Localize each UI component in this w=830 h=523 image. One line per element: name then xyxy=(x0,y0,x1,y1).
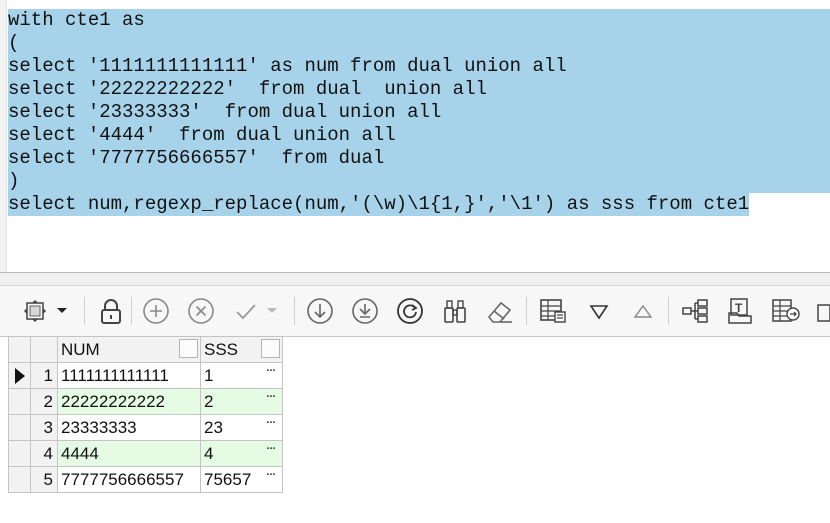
cell-num[interactable]: 1111111111111 xyxy=(57,362,201,389)
column-header-num[interactable]: NUM xyxy=(57,336,201,363)
code-line: select '23333333' from dual union all xyxy=(8,101,442,124)
add-record-icon[interactable] xyxy=(141,296,171,326)
row-indicator xyxy=(8,466,31,493)
cell-value: 75657 xyxy=(204,469,252,489)
cell-value: 23 xyxy=(204,417,223,437)
table-row[interactable]: 3 23333333 23... xyxy=(8,414,283,441)
cell-sss[interactable]: 23... xyxy=(200,414,283,441)
code-line: ( xyxy=(8,32,20,55)
table-row[interactable]: 2 22222222222 2... xyxy=(8,388,283,415)
cell-ellipsis-button[interactable]: ... xyxy=(263,467,279,481)
post-dropdown-icon[interactable] xyxy=(264,296,280,326)
table-row[interactable]: 5 7777756666557 75657... xyxy=(8,466,283,493)
row-number: 1 xyxy=(30,362,58,389)
row-indicator xyxy=(8,362,31,389)
cell-ellipsis-button[interactable]: ... xyxy=(263,415,279,429)
post-changes-icon[interactable] xyxy=(231,296,261,326)
cell-num[interactable]: 22222222222 xyxy=(57,388,201,415)
column-header-sss[interactable]: SSS xyxy=(200,336,283,363)
lock-icon[interactable] xyxy=(96,296,126,326)
column-header-label: SSS xyxy=(204,339,239,359)
dropdown-arrow-icon[interactable] xyxy=(54,296,70,326)
row-indicator xyxy=(8,414,31,441)
grid-header-row: NUM SSS xyxy=(8,336,283,363)
filter-up-icon[interactable] xyxy=(628,296,658,326)
cell-sss[interactable]: 1... xyxy=(200,362,283,389)
filter-down-icon[interactable] xyxy=(584,296,614,326)
cell-num[interactable]: 4444 xyxy=(57,440,201,467)
export-grid-icon[interactable] xyxy=(771,296,801,326)
clear-icon[interactable] xyxy=(485,296,515,326)
more-icon[interactable] xyxy=(812,296,830,326)
toolbar-separator xyxy=(526,297,527,325)
current-row-marker-icon xyxy=(15,367,25,384)
query-by-example-icon[interactable] xyxy=(440,296,470,326)
toolbar-separator xyxy=(84,297,85,325)
cell-value: 1 xyxy=(204,365,214,385)
cell-num[interactable]: 7777756666557 xyxy=(57,466,201,493)
column-filter-button[interactable] xyxy=(179,339,198,358)
row-number: 3 xyxy=(30,414,58,441)
refresh-icon[interactable] xyxy=(395,296,425,326)
code-line: select '1111111111111' as num from dual … xyxy=(8,55,567,78)
cell-ellipsis-button[interactable]: ... xyxy=(263,441,279,455)
cell-ellipsis-button[interactable]: ... xyxy=(263,363,279,377)
column-filter-button[interactable] xyxy=(261,339,280,358)
delete-record-icon[interactable] xyxy=(186,296,216,326)
results-grid: NUM SSS 1 1111111111111 1... 2 222222222… xyxy=(8,336,283,493)
row-number: 2 xyxy=(30,388,58,415)
row-indicator xyxy=(8,440,31,467)
toolbar-separator xyxy=(131,297,132,325)
indicator-header xyxy=(8,336,31,363)
fetch-next-icon[interactable] xyxy=(305,296,335,326)
table-row[interactable]: 1 1111111111111 1... xyxy=(8,362,283,389)
cell-sss[interactable]: 2... xyxy=(200,388,283,415)
code-line: select '4444' from dual union all xyxy=(8,124,396,147)
fetch-all-icon[interactable] xyxy=(350,296,380,326)
cell-ellipsis-button[interactable]: ... xyxy=(263,389,279,403)
code-line: select '7777756666557' from dual xyxy=(8,147,385,170)
code-line: select num,regexp_replace(num,'(\w)\1{1,… xyxy=(8,193,750,216)
table-row[interactable]: 4 4444 4... xyxy=(8,440,283,467)
row-indicator xyxy=(8,388,31,415)
code-line: select '22222222222' from dual union all xyxy=(8,78,487,101)
code-lines[interactable]: with cte1 as ( select '1111111111111' as… xyxy=(8,9,750,216)
cell-sss[interactable]: 4... xyxy=(200,440,283,467)
toolbar-separator xyxy=(294,297,295,325)
results-toolbar: T xyxy=(0,285,830,337)
code-line: with cte1 as xyxy=(8,9,145,32)
export-text-icon[interactable]: T xyxy=(726,296,756,326)
sql-editor[interactable]: with cte1 as ( select '1111111111111' as… xyxy=(0,0,830,273)
single-record-view-icon[interactable] xyxy=(538,296,568,326)
row-number: 5 xyxy=(30,466,58,493)
explain-plan-icon[interactable] xyxy=(680,296,710,326)
code-line: ) xyxy=(8,170,20,193)
cell-value: 4 xyxy=(204,443,214,463)
column-header-label: NUM xyxy=(61,339,100,359)
editor-gutter xyxy=(0,0,7,272)
cell-num[interactable]: 23333333 xyxy=(57,414,201,441)
grid-view-icon[interactable] xyxy=(20,296,50,326)
row-number-header xyxy=(30,336,58,363)
cell-value: 2 xyxy=(204,391,214,411)
cell-sss[interactable]: 75657... xyxy=(200,466,283,493)
toolbar-separator xyxy=(668,297,669,325)
row-number: 4 xyxy=(30,440,58,467)
pane-splitter[interactable] xyxy=(0,273,830,285)
